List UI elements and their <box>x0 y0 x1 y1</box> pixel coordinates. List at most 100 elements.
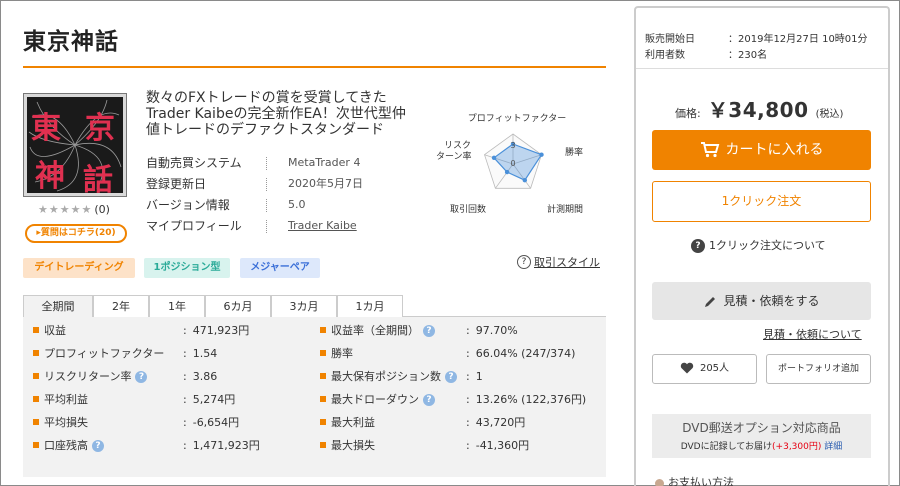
stat-value: :1 <box>466 365 483 388</box>
stat-label: 勝率 <box>320 342 353 365</box>
radar-point <box>491 155 497 160</box>
stats-row: 平均利益:5,274円 最大ドローダウン?:13.26% (122,376円) <box>23 388 606 411</box>
stat-separator: : <box>183 370 187 383</box>
stat-separator: : <box>183 439 187 452</box>
stat-label-text: 収益率（全期間） <box>331 324 419 337</box>
cart-icon <box>700 142 719 158</box>
stat-label: 平均損失 <box>33 411 88 434</box>
stat-value: :3.86 <box>183 365 217 388</box>
stat-value: :1.54 <box>183 342 217 365</box>
stats-row: 口座残高?:1,471,923円 最大損失: -41,360円 <box>23 434 606 457</box>
tab-3m[interactable]: 3カ月 <box>271 295 337 317</box>
thumbnail-artwork: 東 京 神 話 <box>27 97 123 196</box>
radar-axis-label: 勝率 <box>565 146 583 158</box>
stat-label: リスクリターン率? <box>33 365 148 388</box>
info-label: マイプロフィール <box>146 219 242 233</box>
heart-icon <box>680 362 694 374</box>
stat-label: 最大ドローダウン? <box>320 388 435 411</box>
stat-value-text: 1,471,923円 <box>192 439 260 452</box>
add-to-cart-button[interactable]: カートに入れる <box>652 130 871 170</box>
stat-label-text: 最大利益 <box>331 416 375 429</box>
stat-label: 平均利益 <box>33 388 88 411</box>
dvd-detail-link[interactable]: 詳細 <box>824 442 842 452</box>
stats-row: プロフィットファクター:1.54 勝率:66.04% (247/374) <box>23 342 606 365</box>
stat-value: : -41,360円 <box>466 434 529 457</box>
bullet-square-icon <box>33 419 39 425</box>
stats-row: 平均損失 : -6,654円 最大利益: 43,720円 <box>23 411 606 434</box>
stat-label: 最大利益 <box>320 411 375 434</box>
stat-separator: : <box>183 324 187 337</box>
stat-label: 最大保有ポジション数? <box>320 365 457 388</box>
stat-label-text: 勝率 <box>331 347 353 360</box>
stat-value-text: 471,923円 <box>192 324 250 337</box>
bullet-square-icon <box>33 350 39 356</box>
stats-row: リスクリターン率?:3.86 最大保有ポジション数?:1 <box>23 365 606 388</box>
tab-all-period[interactable]: 全期間 <box>23 295 93 318</box>
info-value: 2020年5月7日 <box>288 177 363 190</box>
tab-2y[interactable]: 2年 <box>93 295 149 317</box>
stat-label-text: 平均利益 <box>44 393 88 406</box>
help-icon[interactable]: ? <box>423 394 435 406</box>
radar-axis-label-a: リスク <box>444 140 471 151</box>
stat-separator: : <box>466 393 470 406</box>
sidebar-divider <box>636 68 888 69</box>
tab-6m[interactable]: 6カ月 <box>205 295 271 317</box>
quote-request-button[interactable]: 見積・依頼をする <box>652 282 871 320</box>
add-portfolio-button[interactable]: ポートフォリオ追加 <box>766 354 871 384</box>
help-icon[interactable]: ? <box>423 325 435 337</box>
price: 価格: ￥34,800 (税込) <box>675 94 843 123</box>
tab-1y[interactable]: 1年 <box>149 295 205 317</box>
title-divider <box>23 66 606 68</box>
quote-about-link[interactable]: 見積・依頼について <box>763 326 862 342</box>
trade-style-label: 取引スタイル <box>534 256 600 269</box>
release-colon: ： <box>728 34 738 45</box>
question-button[interactable]: ▸質問はコチラ(20) <box>25 224 127 243</box>
favorite-button[interactable]: 205人 <box>652 354 757 384</box>
thumb-char-2: 京 <box>85 111 115 146</box>
stat-separator: : <box>466 324 470 337</box>
stat-value-text: 97.70% <box>475 324 518 337</box>
bullet-square-icon <box>320 327 326 333</box>
stat-value-text: 5,274円 <box>192 393 236 406</box>
help-icon[interactable]: ? <box>92 440 104 452</box>
payment-label: お支払い方法 <box>668 476 734 486</box>
question-button-label: 質問はコチラ(20) <box>40 228 116 238</box>
stat-separator: : <box>466 439 470 452</box>
profile-link[interactable]: Trader Kaibe <box>288 217 357 235</box>
stat-value: : -6,654円 <box>183 411 239 434</box>
trade-style-link[interactable]: ? 取引スタイル <box>517 254 600 270</box>
stat-value-text: 13.26% (122,376円) <box>475 393 587 406</box>
radar-axis-label: プロフィットファクター <box>468 113 566 124</box>
stat-separator: : <box>183 416 187 429</box>
help-icon[interactable]: ? <box>445 371 457 383</box>
info-separator <box>266 157 267 170</box>
dvd-text: DVDに記録してお届け <box>680 442 773 452</box>
dvd-title: DVD郵送オプション対応商品 <box>682 421 841 435</box>
tag-major-pair[interactable]: メジャーペア <box>240 258 320 278</box>
bullet-square-icon <box>320 396 326 402</box>
help-icon[interactable]: ? <box>135 371 148 383</box>
info-label: バージョン情報 <box>146 198 230 212</box>
performance-radar-chart: 3 0 プロフィットファクター 勝率 計測期間 取引回数 リスク ターン率 <box>436 113 583 215</box>
stat-label-text: 最大保有ポジション数 <box>331 370 441 383</box>
one-click-about-link[interactable]: ? 1クリック注文について <box>691 237 826 253</box>
info-label: 自動売買システム <box>146 156 242 170</box>
stat-value-text: 1.54 <box>192 347 218 360</box>
one-click-order-button[interactable]: 1クリック注文 <box>652 181 871 222</box>
stat-label-text: 口座残高 <box>44 439 88 452</box>
release-date-label: 販売開始日 <box>645 34 695 45</box>
tab-1m[interactable]: 1カ月 <box>337 295 403 317</box>
tag-one-position[interactable]: 1ポジション型 <box>144 258 230 278</box>
stat-value-text: 43,720円 <box>475 416 526 429</box>
stat-value-text: 3.86 <box>192 370 218 383</box>
release-date-value: ：2019年12月27日 10時01分 <box>728 30 868 45</box>
question-icon: ? <box>691 239 705 253</box>
dvd-price: (+3,300円) <box>772 442 822 452</box>
info-value: 5.0 <box>288 198 306 211</box>
product-thumbnail[interactable]: 東 京 神 話 <box>23 93 127 197</box>
radar-tick-max: 3 <box>510 141 515 150</box>
stat-label: 収益 <box>33 319 66 342</box>
bullet-square-icon <box>33 396 39 402</box>
tag-daytrading[interactable]: デイトレーディング <box>23 258 135 278</box>
radar-point <box>539 152 544 157</box>
